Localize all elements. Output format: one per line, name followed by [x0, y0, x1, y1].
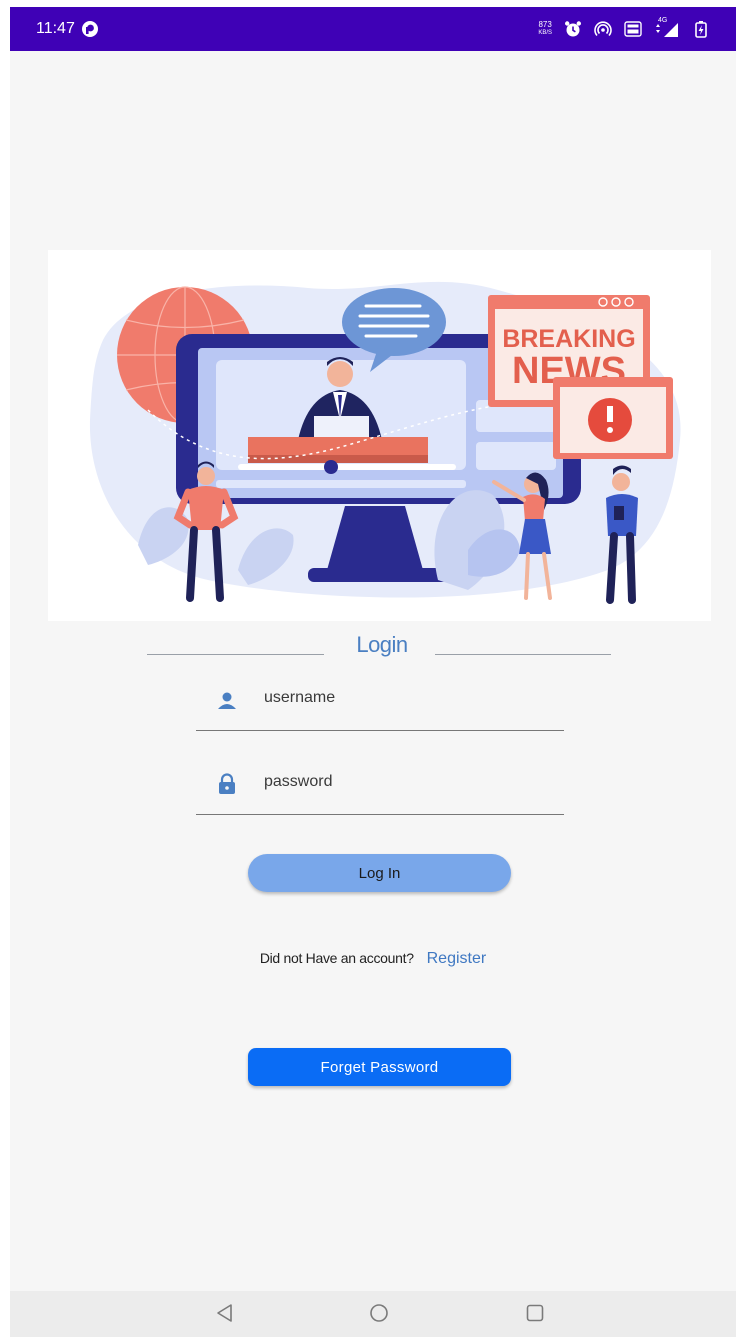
- home-icon[interactable]: [368, 1302, 390, 1324]
- breaking-news-illustration: BREAKING NEWS: [89, 281, 681, 604]
- signal-indicator: 4G: [654, 17, 680, 38]
- lock-icon: [219, 773, 235, 794]
- register-prompt: Did not Have an account?: [259, 950, 414, 966]
- register-row: Did not Have an account? Register: [10, 950, 736, 968]
- net-speed-value: 873: [538, 20, 552, 29]
- navigation-bar: [10, 1291, 736, 1337]
- recents-icon[interactable]: [524, 1302, 546, 1324]
- back-icon[interactable]: [214, 1302, 236, 1324]
- forget-password-button[interactable]: Forget Password: [248, 1048, 511, 1086]
- hero-illustration: BREAKING NEWS: [48, 250, 711, 621]
- username-underline: [196, 730, 564, 731]
- username-input[interactable]: [264, 685, 544, 711]
- status-bar: 11:47 873 KB/S 4G: [10, 7, 736, 51]
- login-divider-right: [435, 654, 611, 655]
- status-time: 11:47: [36, 20, 75, 37]
- volte-icon: [624, 21, 642, 37]
- register-link[interactable]: Register: [427, 950, 487, 967]
- person-icon: [218, 692, 236, 709]
- login-button[interactable]: Log In: [248, 854, 511, 892]
- phone-screen: 11:47 873 KB/S 4G BREAKING NEWS Login us…: [10, 7, 736, 1337]
- notification-app-icon: [82, 21, 98, 37]
- alarm-icon: [565, 21, 581, 37]
- net-speed-indicator: 873 KB/S: [538, 21, 552, 37]
- hotspot-icon: [594, 21, 612, 37]
- battery-icon: [695, 21, 707, 38]
- net-speed-unit: KB/S: [538, 30, 552, 36]
- login-title: Login: [356, 632, 408, 657]
- login-divider-left: [147, 654, 324, 655]
- password-input[interactable]: [264, 769, 544, 795]
- signal-icon: [656, 23, 678, 37]
- password-underline: [196, 814, 564, 815]
- sign-line1: BREAKING: [502, 325, 635, 353]
- status-icons: 873 KB/S 4G: [538, 17, 710, 40]
